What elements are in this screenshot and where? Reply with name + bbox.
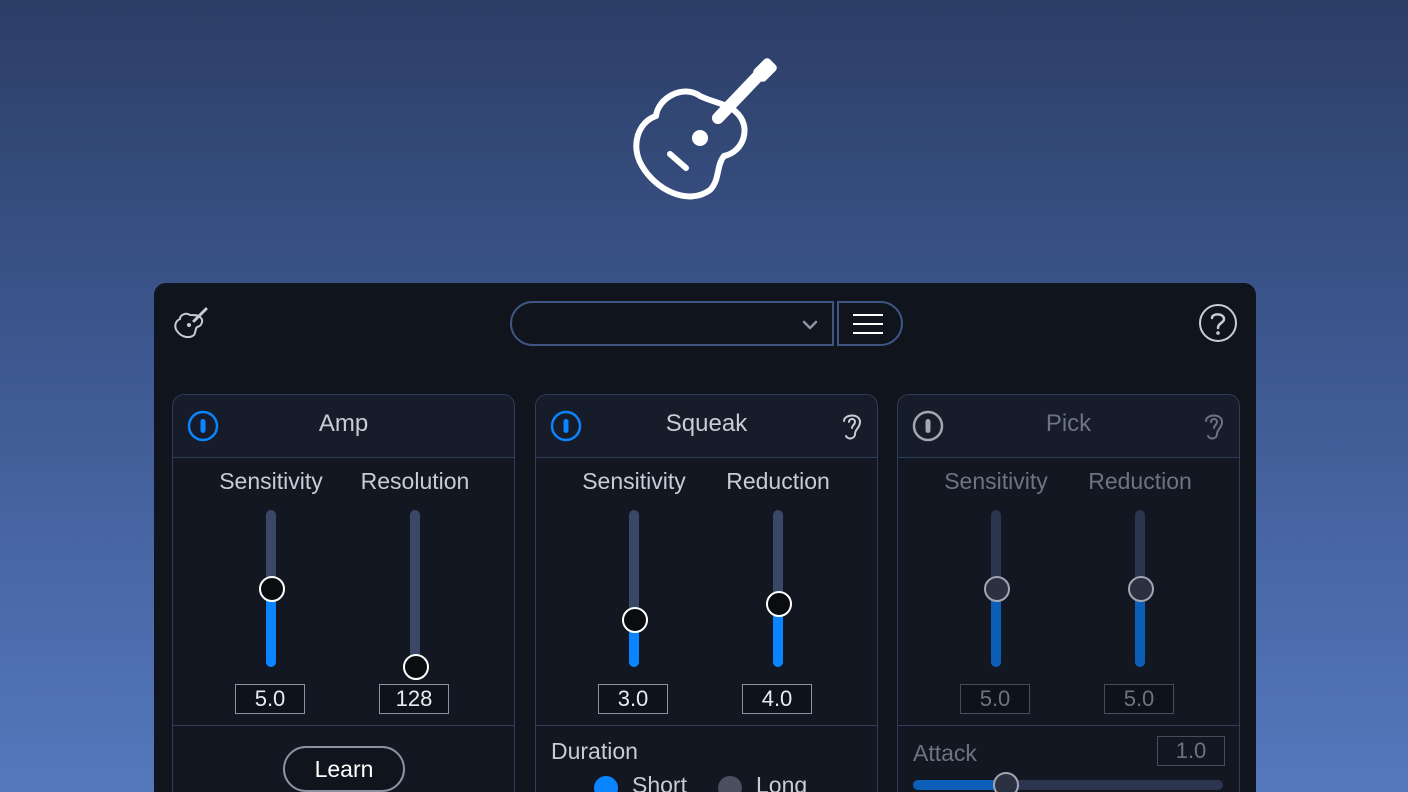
slider-handle[interactable] xyxy=(622,606,648,633)
ear-icon[interactable] xyxy=(839,409,865,441)
plugin-window: Amp Sensitivity 5.0 Resolution 128 Learn xyxy=(154,283,1256,792)
pick-reduction-fader[interactable]: Reduction 5.0 xyxy=(1068,458,1212,726)
value-field[interactable]: 3.0 xyxy=(598,684,668,714)
squeak-header: Squeak xyxy=(536,395,877,458)
squeak-sensitivity-fader[interactable]: Sensitivity 3.0 xyxy=(562,458,706,726)
slider-handle[interactable] xyxy=(1128,575,1154,602)
radio-selected xyxy=(594,776,618,792)
hamburger-menu-icon xyxy=(853,314,883,334)
fader-label: Sensitivity xyxy=(582,468,686,494)
fader-label: Sensitivity xyxy=(219,468,323,494)
radio-label: Short xyxy=(632,772,687,792)
attack-value-field[interactable]: 1.0 xyxy=(1157,736,1225,766)
attack-slider[interactable] xyxy=(913,772,1223,792)
slider-handle[interactable] xyxy=(259,575,285,602)
slider-handle[interactable] xyxy=(993,772,1019,792)
fader-label: Sensitivity xyxy=(944,468,1048,494)
value-field[interactable]: 4.0 xyxy=(742,684,812,714)
preset-dropdown[interactable] xyxy=(510,301,834,346)
slider-track[interactable] xyxy=(629,510,639,667)
amp-title: Amp xyxy=(318,410,369,437)
squeak-reduction-fader[interactable]: Reduction 4.0 xyxy=(706,458,850,726)
value-field[interactable]: 5.0 xyxy=(1104,684,1174,714)
fader-label: Reduction xyxy=(1088,468,1192,494)
slider-handle[interactable] xyxy=(766,591,792,618)
pick-sensitivity-fader[interactable]: Sensitivity 5.0 xyxy=(924,458,1068,726)
pick-module: Pick Sensitivity 5.0 Reduction 5.0 Attac… xyxy=(897,394,1240,792)
pick-header: Pick xyxy=(898,395,1239,458)
slider-handle[interactable] xyxy=(403,654,429,680)
acoustic-guitar-icon xyxy=(174,307,208,339)
radio-label: Long xyxy=(756,772,808,792)
slider-track[interactable] xyxy=(410,510,420,667)
value-field[interactable]: 5.0 xyxy=(960,684,1030,714)
ear-icon[interactable] xyxy=(1201,409,1227,441)
menu-button[interactable] xyxy=(837,301,903,346)
amp-header: Amp xyxy=(173,395,514,458)
value-field[interactable]: 128 xyxy=(379,684,449,714)
pick-title: Pick xyxy=(1045,410,1092,437)
fader-label: Reduction xyxy=(726,468,830,494)
slider-handle[interactable] xyxy=(984,575,1010,602)
chevron-down-icon xyxy=(802,320,818,330)
amp-module: Amp Sensitivity 5.0 Resolution 128 Learn xyxy=(172,394,515,792)
amp-resolution-fader[interactable]: Resolution 128 xyxy=(343,458,487,726)
help-icon[interactable] xyxy=(1198,303,1238,343)
slider-track[interactable] xyxy=(773,510,783,667)
value-field[interactable]: 5.0 xyxy=(235,684,305,714)
squeak-module: Squeak Sensitivity 3.0 Reduction 4.0 Dur… xyxy=(535,394,878,792)
amp-sensitivity-fader[interactable]: Sensitivity 5.0 xyxy=(199,458,343,726)
radio-unselected xyxy=(718,776,742,792)
duration-label: Duration xyxy=(551,738,638,764)
fader-label: Resolution xyxy=(360,468,470,494)
attack-label: Attack xyxy=(913,740,977,766)
learn-button[interactable]: Learn xyxy=(283,746,405,792)
squeak-title: Squeak xyxy=(665,410,748,437)
acoustic-guitar-icon xyxy=(633,58,777,200)
